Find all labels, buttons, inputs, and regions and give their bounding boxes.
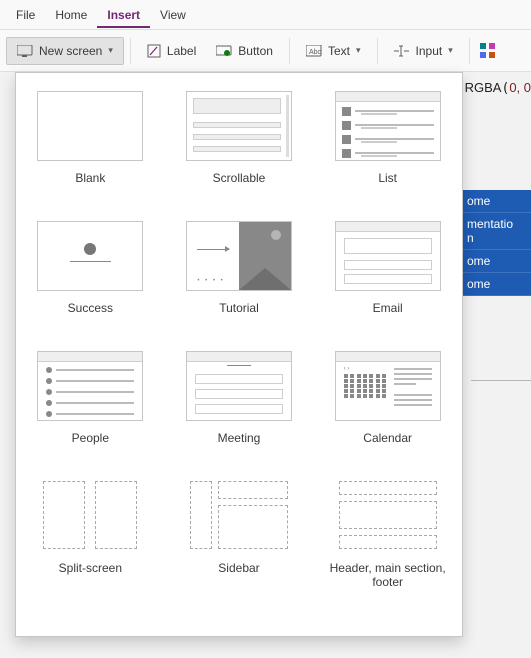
gallery-item-blank[interactable]: Blank [30, 91, 151, 215]
gallery-item-label: Blank [75, 171, 105, 199]
toolbar-divider [469, 38, 470, 64]
thumbnail-split [37, 481, 143, 551]
label-button[interactable]: Label [137, 38, 206, 64]
gallery-item-label: Sidebar [218, 561, 259, 589]
thumbnail-email [335, 221, 441, 291]
chevron-down-icon: ▾ [356, 45, 361, 56]
toolbar-divider [377, 38, 378, 64]
tree-item[interactable]: ome [461, 250, 531, 273]
thumbnail-people [37, 351, 143, 421]
gallery-item-list[interactable]: List [327, 91, 448, 215]
gallery-item-scrollable[interactable]: Scrollable [179, 91, 300, 215]
thumbnail-blank [37, 91, 143, 161]
gallery-item-sidebar[interactable]: Sidebar [179, 481, 300, 605]
input-btn-text: Input [416, 44, 443, 58]
gallery-button[interactable] [476, 37, 500, 65]
toolbar: New screen ▾ Label Button Abc Text ▾ Inp… [0, 30, 531, 72]
chevron-down-icon: ▾ [108, 45, 113, 56]
new-screen-label: New screen [39, 44, 102, 58]
formula-bar-partial: RGBA(0, 0 [465, 80, 531, 96]
thumbnail-success [37, 221, 143, 291]
chevron-down-icon: ▾ [448, 45, 453, 56]
thumbnail-calendar: ‹ › [335, 351, 441, 421]
new-screen-button[interactable]: New screen ▾ [6, 37, 124, 65]
button-btn-text: Button [238, 44, 273, 58]
text-btn-text: Text [328, 44, 350, 58]
thumbnail-meeting [186, 351, 292, 421]
tree-item[interactable]: ome [461, 273, 531, 296]
new-screen-gallery: Blank Scrollable List Success [15, 72, 463, 637]
gallery-item-split-screen[interactable]: Split-screen [30, 481, 151, 605]
gallery-item-label: Scrollable [213, 171, 266, 199]
menu-file[interactable]: File [6, 2, 45, 28]
label-btn-text: Label [167, 44, 196, 58]
label-icon [147, 44, 161, 58]
gallery-item-label: Email [373, 301, 403, 329]
gallery-item-label: People [72, 431, 109, 459]
toolbar-divider [289, 38, 290, 64]
thumbnail-sidebar [186, 481, 292, 551]
gallery-item-label: Split-screen [59, 561, 122, 589]
gallery-item-email[interactable]: Email [327, 221, 448, 345]
input-button[interactable]: Input ▾ [384, 38, 463, 64]
button-button[interactable]: Button [206, 38, 283, 64]
gallery-item-label: List [378, 171, 397, 199]
gallery-item-meeting[interactable]: Meeting [179, 351, 300, 475]
gallery-item-header-main-footer[interactable]: Header, main section, footer [327, 481, 448, 605]
thumbnail-list [335, 91, 441, 161]
menu-view[interactable]: View [150, 2, 196, 28]
gallery-icon [480, 43, 496, 59]
gallery-item-tutorial[interactable]: • • • • Tutorial [179, 221, 300, 345]
tree-item[interactable]: ome [461, 190, 531, 213]
menu-home[interactable]: Home [45, 2, 97, 28]
toolbar-divider [130, 38, 131, 64]
tree-view-partial: ome mentation ome ome [461, 190, 531, 296]
gallery-item-success[interactable]: Success [30, 221, 151, 345]
text-icon: Abc [306, 45, 322, 57]
gallery-item-label: Header, main section, footer [327, 561, 448, 589]
thumbnail-hmsf [335, 481, 441, 551]
menu-insert[interactable]: Insert [97, 2, 150, 28]
separator [471, 380, 531, 381]
button-icon [216, 45, 232, 57]
gallery-item-label: Success [68, 301, 113, 329]
thumbnail-tutorial: • • • • [186, 221, 292, 291]
gallery-item-people[interactable]: People [30, 351, 151, 475]
thumbnail-scrollable [186, 91, 292, 161]
tree-item[interactable]: mentation [461, 213, 531, 250]
input-icon [394, 45, 410, 57]
gallery-item-label: Calendar [363, 431, 412, 459]
menubar: File Home Insert View [0, 0, 531, 30]
screen-icon [17, 45, 33, 57]
svg-text:Abc: Abc [309, 49, 322, 56]
gallery-item-calendar[interactable]: ‹ › Calendar [327, 351, 448, 475]
text-button[interactable]: Abc Text ▾ [296, 38, 371, 64]
gallery-item-label: Tutorial [219, 301, 259, 329]
gallery-item-label: Meeting [218, 431, 261, 459]
